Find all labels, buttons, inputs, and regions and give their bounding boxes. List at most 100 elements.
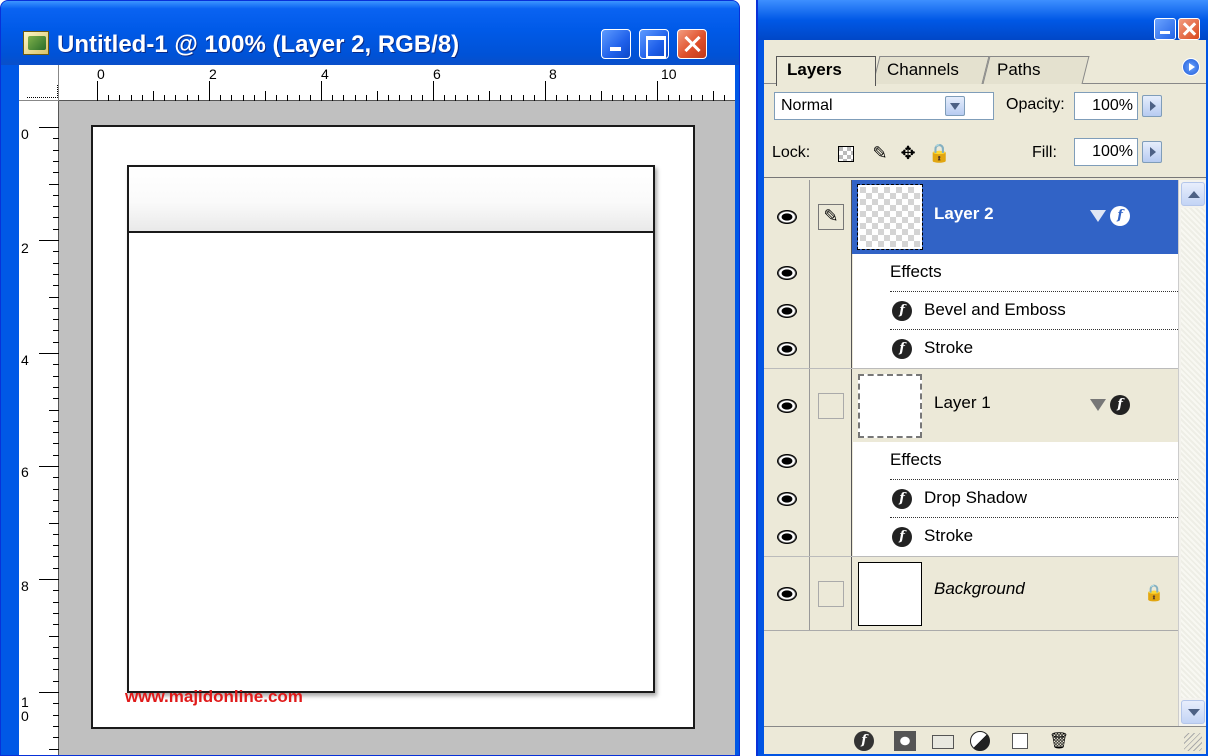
eye-icon[interactable] <box>777 492 797 506</box>
lock-pixels-icon[interactable]: ✎ <box>870 144 890 164</box>
ruler-tick <box>309 95 311 101</box>
eye-icon[interactable] <box>777 266 797 280</box>
effect-row-stroke[interactable]: f Stroke <box>764 518 1178 556</box>
scroll-up-icon[interactable] <box>1181 182 1205 206</box>
ruler-tick <box>53 601 59 603</box>
design-header-layer2[interactable] <box>129 167 653 233</box>
effect-name: Stroke <box>924 526 974 545</box>
ruler-tick <box>668 95 670 101</box>
visibility-cell[interactable] <box>764 330 810 368</box>
horizontal-ruler[interactable]: 0 2 4 6 8 10 <box>59 65 735 101</box>
layer-thumbnail[interactable] <box>858 374 922 438</box>
add-layer-style-icon[interactable]: f <box>854 731 874 751</box>
ruler-tick <box>39 692 59 693</box>
layer-thumbnail[interactable] <box>857 184 923 250</box>
scroll-down-icon[interactable] <box>1181 700 1205 724</box>
effects-row[interactable]: Effects <box>764 254 1178 292</box>
eye-icon[interactable] <box>777 342 797 356</box>
opacity-field[interactable]: 100% <box>1074 92 1138 120</box>
visibility-cell[interactable] <box>764 480 810 518</box>
eye-icon[interactable] <box>777 210 797 224</box>
document-page[interactable]: www.majidonline.com <box>91 125 695 729</box>
link-cell[interactable]: ✎ <box>810 180 852 254</box>
palette-close-button[interactable] <box>1178 18 1200 40</box>
link-box[interactable] <box>818 393 844 419</box>
layers-list-empty-area[interactable] <box>764 630 1178 726</box>
trash-icon[interactable]: 🗑 <box>1048 731 1070 751</box>
maximize-button[interactable] <box>639 29 669 59</box>
ruler-tick <box>53 669 59 671</box>
ruler-origin-corner[interactable] <box>19 65 59 101</box>
layer-row-background[interactable]: Background 🔒 <box>764 556 1178 630</box>
ruler-tick <box>410 95 412 101</box>
lock-transparency-icon[interactable] <box>838 146 854 162</box>
chevron-down-icon[interactable] <box>945 96 965 116</box>
visibility-cell[interactable] <box>764 442 810 480</box>
ruler-tick <box>53 273 59 275</box>
ruler-tick <box>332 95 334 101</box>
close-button[interactable] <box>677 29 707 59</box>
layer-row-layer-2[interactable]: ✎ Layer 2 f <box>764 180 1178 254</box>
new-adjustment-layer-icon[interactable] <box>970 731 990 751</box>
resize-grip[interactable] <box>1184 733 1202 751</box>
link-cell[interactable] <box>810 557 852 630</box>
effects-row[interactable]: Effects <box>764 442 1178 480</box>
ruler-tick <box>39 579 59 580</box>
minimize-button[interactable] <box>601 29 631 59</box>
document-titlebar[interactable]: Untitled-1 @ 100% (Layer 2, RGB/8) <box>1 1 739 65</box>
new-layer-icon[interactable] <box>1012 733 1028 749</box>
ruler-tick <box>231 95 233 101</box>
fill-slider-arrow-icon[interactable] <box>1142 141 1162 163</box>
ruler-tick <box>365 95 367 101</box>
scroll-track[interactable] <box>1181 208 1205 698</box>
effect-row-bevel-and-emboss[interactable]: f Bevel and Emboss <box>764 292 1178 330</box>
link-box[interactable] <box>818 581 844 607</box>
tab-layers[interactable]: Layers <box>776 56 876 86</box>
effect-row-drop-shadow[interactable]: f Drop Shadow <box>764 480 1178 518</box>
opacity-slider-arrow-icon[interactable] <box>1142 95 1162 117</box>
ruler-tick <box>421 95 423 101</box>
blend-mode-select[interactable]: Normal <box>774 92 994 120</box>
palette-titlebar[interactable] <box>758 0 1208 40</box>
palette-minimize-button[interactable] <box>1154 18 1176 40</box>
layers-scrollbar[interactable] <box>1178 180 1206 726</box>
effect-name: Drop Shadow <box>924 488 1028 507</box>
new-group-icon[interactable] <box>932 735 954 749</box>
ruler-tick <box>433 81 434 101</box>
blend-mode-value: Normal <box>781 97 833 114</box>
visibility-cell[interactable] <box>764 254 810 292</box>
visibility-cell[interactable] <box>764 369 810 442</box>
expand-effects-icon[interactable] <box>1090 399 1106 411</box>
lock-position-icon[interactable]: ✥ <box>898 144 918 164</box>
visibility-cell[interactable] <box>764 557 810 630</box>
link-cell[interactable] <box>810 369 852 442</box>
layer-name[interactable]: Layer 1 <box>934 393 991 413</box>
tab-paths[interactable]: Paths <box>982 56 1090 84</box>
canvas-area[interactable]: www.majidonline.com <box>60 102 735 755</box>
vertical-ruler[interactable]: 0 2 4 6 8 1 0 <box>19 101 59 755</box>
fill-field[interactable]: 100% <box>1074 138 1138 166</box>
lock-all-icon[interactable]: 🔒 <box>928 144 950 164</box>
layer-thumbnail[interactable] <box>858 562 922 626</box>
effect-row-stroke[interactable]: f Stroke <box>764 330 1178 368</box>
tab-channels[interactable]: Channels <box>872 56 990 84</box>
ruler-tick <box>49 635 59 637</box>
visibility-cell[interactable] <box>764 518 810 556</box>
ruler-tick <box>53 488 59 490</box>
eye-icon[interactable] <box>777 454 797 468</box>
visibility-cell[interactable] <box>764 180 810 254</box>
layer-name[interactable]: Layer 2 <box>934 204 994 224</box>
expand-effects-icon[interactable] <box>1090 210 1106 222</box>
eye-icon[interactable] <box>777 587 797 601</box>
eye-icon[interactable] <box>777 530 797 544</box>
add-layer-mask-icon[interactable] <box>894 731 916 751</box>
eye-icon[interactable] <box>777 399 797 413</box>
visibility-cell[interactable] <box>764 292 810 330</box>
eye-icon[interactable] <box>777 304 797 318</box>
layer-name[interactable]: Background <box>934 579 1025 599</box>
palette-menu-icon[interactable] <box>1182 58 1200 76</box>
ruler-tick <box>53 341 59 343</box>
design-box-layer1[interactable] <box>127 165 655 693</box>
layer-row-layer-1[interactable]: Layer 1 f <box>764 368 1178 442</box>
lock-label: Lock: <box>772 144 811 161</box>
